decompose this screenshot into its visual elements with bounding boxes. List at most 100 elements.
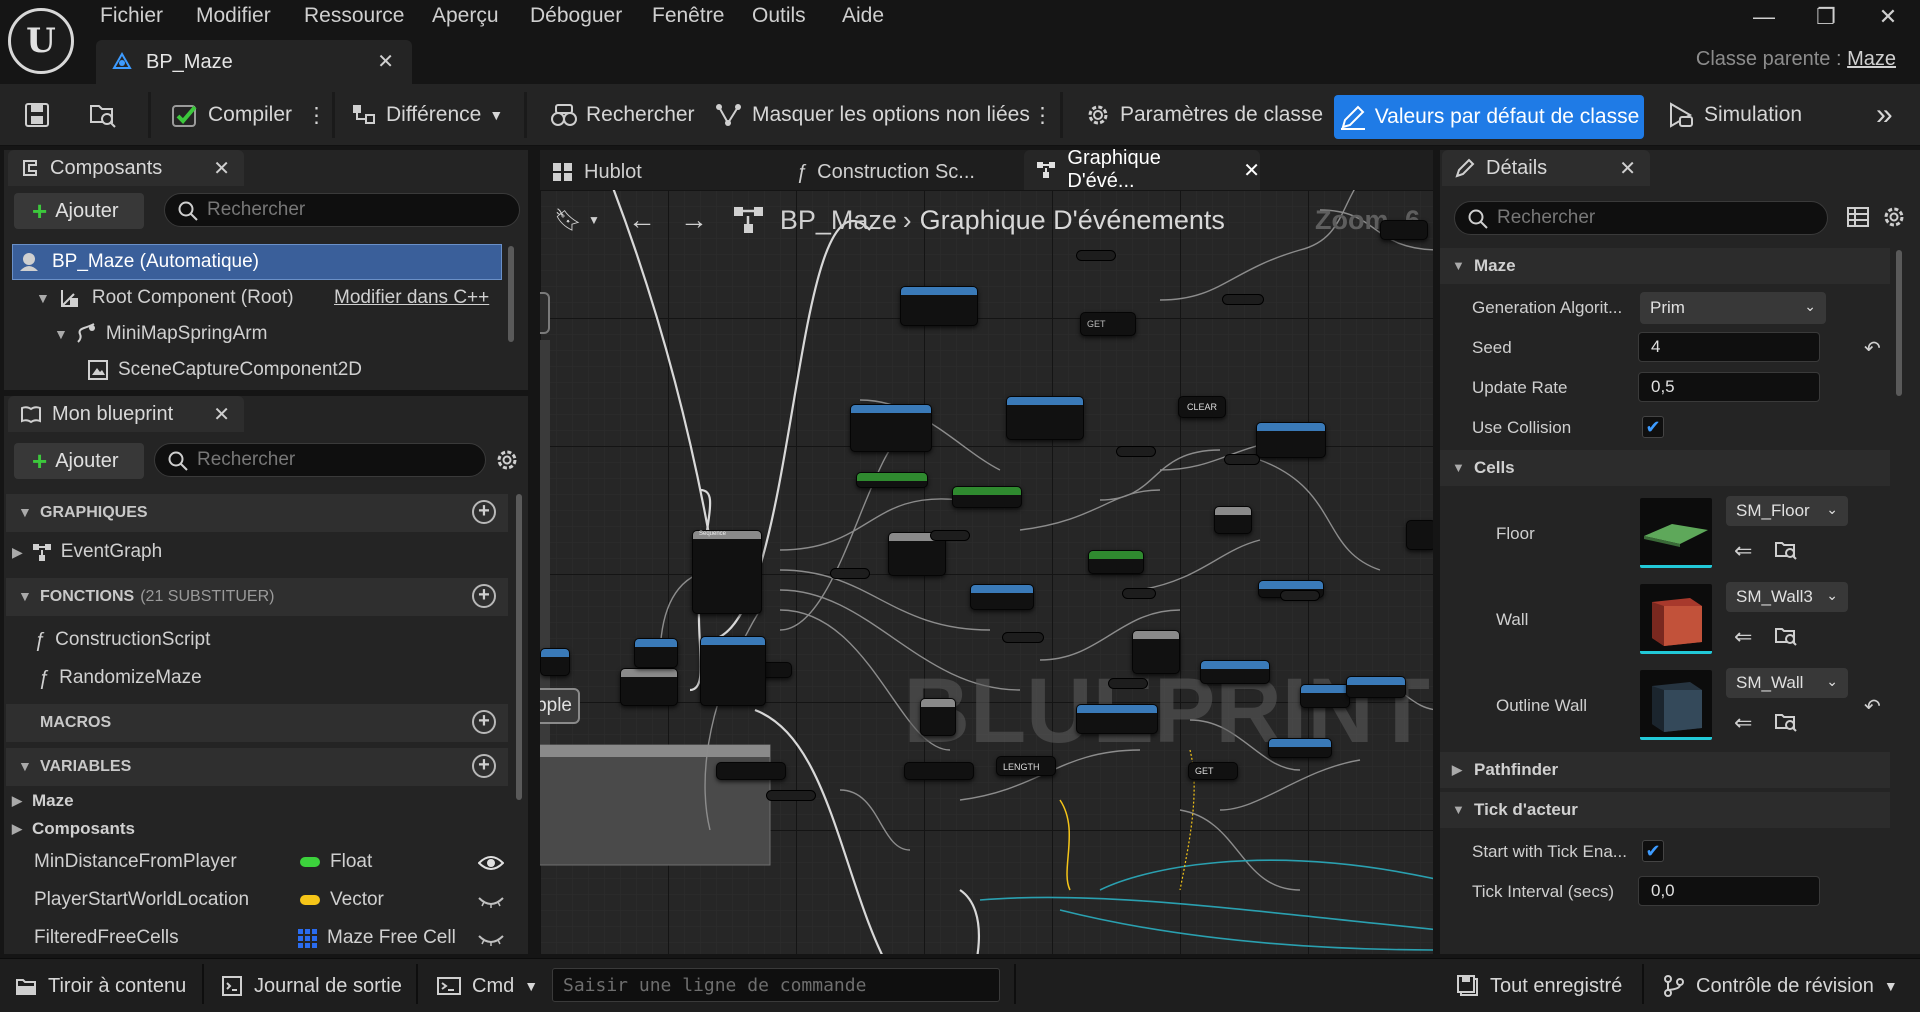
graph-node-break-free-cell-3[interactable] bbox=[1300, 684, 1350, 708]
graph-node-set[interactable] bbox=[1380, 220, 1428, 240]
output-log-button[interactable]: Journal de sortie bbox=[220, 970, 402, 1002]
menu-ressource[interactable]: Ressource bbox=[304, 4, 404, 32]
use-selected-asset-icon[interactable]: ⇐ bbox=[1734, 624, 1752, 650]
outline-wall-mesh-dropdown[interactable]: SM_Wall ⌄ bbox=[1726, 668, 1848, 698]
component-row-scene-capture[interactable]: SceneCaptureComponent2D bbox=[86, 354, 362, 386]
add-macro-icon[interactable]: + bbox=[472, 710, 496, 734]
menu-apercu[interactable]: Aperçu bbox=[432, 4, 499, 32]
event-graph-canvas[interactable]: BLUEPRINT 🔖︎ ▼ ← → BP_Maze › Graphique D… bbox=[540, 190, 1433, 954]
document-tab-bp-maze[interactable]: BP_Maze ✕ bbox=[96, 40, 412, 84]
menu-outils[interactable]: Outils bbox=[752, 4, 806, 32]
graph-reroute[interactable] bbox=[1280, 590, 1320, 601]
details-tab[interactable]: Détails ✕ bbox=[1442, 150, 1650, 186]
graph-node-sequence[interactable]: Sequence bbox=[692, 530, 762, 614]
seed-field[interactable]: 4 bbox=[1638, 332, 1820, 362]
graph-comment-edge[interactable] bbox=[540, 292, 550, 334]
graph-node-get-actor-location[interactable] bbox=[952, 486, 1022, 508]
browse-icon[interactable] bbox=[88, 98, 118, 132]
graph-reroute[interactable] bbox=[766, 790, 816, 801]
compile-button[interactable]: Compiler bbox=[170, 98, 292, 132]
variable-row-min-distance[interactable]: MinDistanceFromPlayer bbox=[34, 846, 237, 878]
menu-deboguer[interactable]: Déboguer bbox=[530, 4, 622, 32]
graph-node-make-array[interactable] bbox=[716, 762, 786, 780]
graph-node-random-integer[interactable] bbox=[1076, 704, 1158, 734]
graph-node-get-player-character[interactable] bbox=[856, 472, 928, 488]
use-collision-checkbox[interactable]: ✔ bbox=[1642, 416, 1664, 438]
section-functions[interactable]: ▼ FONCTIONS (21 SUBSTITUER) + bbox=[6, 578, 508, 616]
graph-node-add-to-viewport[interactable] bbox=[1006, 396, 1084, 440]
variable-category-components[interactable]: ▶ Composants bbox=[12, 814, 135, 844]
graph-node-break-free-cell[interactable] bbox=[1200, 660, 1270, 684]
graph-reroute[interactable] bbox=[1222, 294, 1264, 305]
close-icon[interactable]: ✕ bbox=[377, 49, 394, 74]
edit-in-cpp-link[interactable]: Modifier dans C++ bbox=[334, 282, 489, 314]
graph-node-for-loop[interactable] bbox=[920, 698, 956, 736]
class-settings-button[interactable]: Paramètres de classe bbox=[1084, 98, 1323, 132]
add-component-button[interactable]: + Ajouter bbox=[14, 193, 144, 229]
cmd-dropdown[interactable]: Cmd ▼ bbox=[436, 970, 538, 1002]
hide-unrelated-button[interactable]: Masquer les options non liées bbox=[714, 98, 1030, 132]
add-variable-icon[interactable]: + bbox=[472, 754, 496, 778]
eye-visible-icon[interactable] bbox=[478, 854, 504, 872]
variable-row-filtered-cells[interactable]: FilteredFreeCells bbox=[34, 922, 179, 954]
save-icon[interactable] bbox=[24, 98, 50, 132]
section-graphs[interactable]: ▼ GRAPHIQUES + bbox=[6, 494, 508, 532]
graph-node-make-array-2[interactable] bbox=[904, 762, 974, 780]
graph-reroute[interactable] bbox=[1116, 446, 1156, 457]
find-button[interactable]: Rechercher bbox=[550, 98, 695, 132]
toolbar-overflow-icon[interactable]: » bbox=[1876, 98, 1893, 132]
forward-arrow-icon[interactable]: → bbox=[680, 204, 708, 236]
breadcrumb-root[interactable]: BP_Maze bbox=[780, 205, 897, 236]
close-icon[interactable]: ✕ bbox=[1619, 156, 1636, 181]
wall-mesh-dropdown[interactable]: SM_Wall3 ⌄ bbox=[1726, 582, 1848, 612]
graph-node-partial[interactable] bbox=[540, 648, 570, 676]
start-with-tick-checkbox[interactable]: ✔ bbox=[1642, 840, 1664, 862]
graph-comment-label[interactable]: pple bbox=[540, 688, 580, 724]
tick-interval-field[interactable]: 0,0 bbox=[1638, 876, 1820, 906]
graph-reroute[interactable] bbox=[930, 530, 970, 541]
back-arrow-icon[interactable]: ← bbox=[628, 204, 656, 236]
close-window-icon[interactable]: ✕ bbox=[1868, 4, 1908, 32]
variable-type-float[interactable]: Float bbox=[300, 846, 372, 878]
diff-button[interactable]: Différence ▼ bbox=[350, 98, 503, 132]
variable-type-vector[interactable]: Vector bbox=[300, 884, 384, 916]
use-selected-asset-icon[interactable]: ⇐ bbox=[1734, 538, 1752, 564]
graph-node-for-each-loop-2[interactable] bbox=[1132, 630, 1180, 674]
eye-hidden-icon[interactable] bbox=[478, 896, 504, 908]
graph-reroute[interactable] bbox=[1076, 250, 1116, 261]
graph-reroute[interactable] bbox=[1002, 632, 1044, 643]
floor-mesh-thumbnail[interactable] bbox=[1640, 498, 1712, 568]
generation-algorithm-dropdown[interactable]: Prim ⌄ bbox=[1640, 292, 1826, 324]
graph-reroute[interactable] bbox=[830, 568, 870, 579]
graph-node-print-string[interactable] bbox=[1256, 422, 1326, 458]
settings-gear-icon[interactable] bbox=[494, 447, 520, 473]
graph-node-sequence-small[interactable] bbox=[620, 668, 678, 706]
variable-row-player-start[interactable]: PlayerStartWorldLocation bbox=[34, 884, 249, 916]
graph-node-function-call[interactable] bbox=[634, 638, 678, 668]
bookmark-icon[interactable]: 🔖︎ bbox=[554, 207, 582, 233]
graph-node-break-free-cell-4[interactable] bbox=[1346, 676, 1406, 698]
details-search-input[interactable]: Rechercher bbox=[1454, 201, 1828, 235]
close-icon[interactable]: ✕ bbox=[213, 402, 230, 427]
eye-hidden-icon[interactable] bbox=[478, 934, 504, 946]
components-search-input[interactable]: Rechercher bbox=[164, 193, 520, 227]
graph-node-distance[interactable] bbox=[1088, 550, 1144, 574]
add-graph-icon[interactable]: + bbox=[472, 500, 496, 524]
details-section-actor-tick[interactable]: ▼ Tick d'acteur bbox=[1440, 792, 1890, 828]
update-rate-field[interactable]: 0,5 bbox=[1638, 372, 1820, 402]
graph-node-break-struct[interactable] bbox=[970, 584, 1034, 610]
function-item-construction-script[interactable]: ƒ ConstructionScript bbox=[34, 624, 210, 656]
my-blueprint-search-input[interactable]: Rechercher bbox=[154, 443, 486, 477]
compile-options-icon[interactable]: ⋮ bbox=[306, 98, 327, 132]
browse-asset-icon[interactable] bbox=[1774, 710, 1798, 734]
graph-node-create-widget[interactable] bbox=[850, 404, 932, 452]
details-section-cells[interactable]: ▼ Cells bbox=[1440, 450, 1890, 486]
settings-gear-icon[interactable] bbox=[1882, 205, 1906, 229]
graph-reroute[interactable] bbox=[1122, 588, 1156, 599]
variable-type-maze-free-cell[interactable]: Maze Free Cell bbox=[298, 922, 456, 954]
table-view-icon[interactable] bbox=[1846, 205, 1870, 229]
my-blueprint-tab[interactable]: Mon blueprint ✕ bbox=[8, 396, 244, 432]
graph-reroute[interactable] bbox=[1224, 454, 1260, 465]
details-section-maze[interactable]: ▼ Maze bbox=[1440, 248, 1890, 284]
content-drawer-button[interactable]: Tiroir à contenu bbox=[14, 970, 186, 1002]
